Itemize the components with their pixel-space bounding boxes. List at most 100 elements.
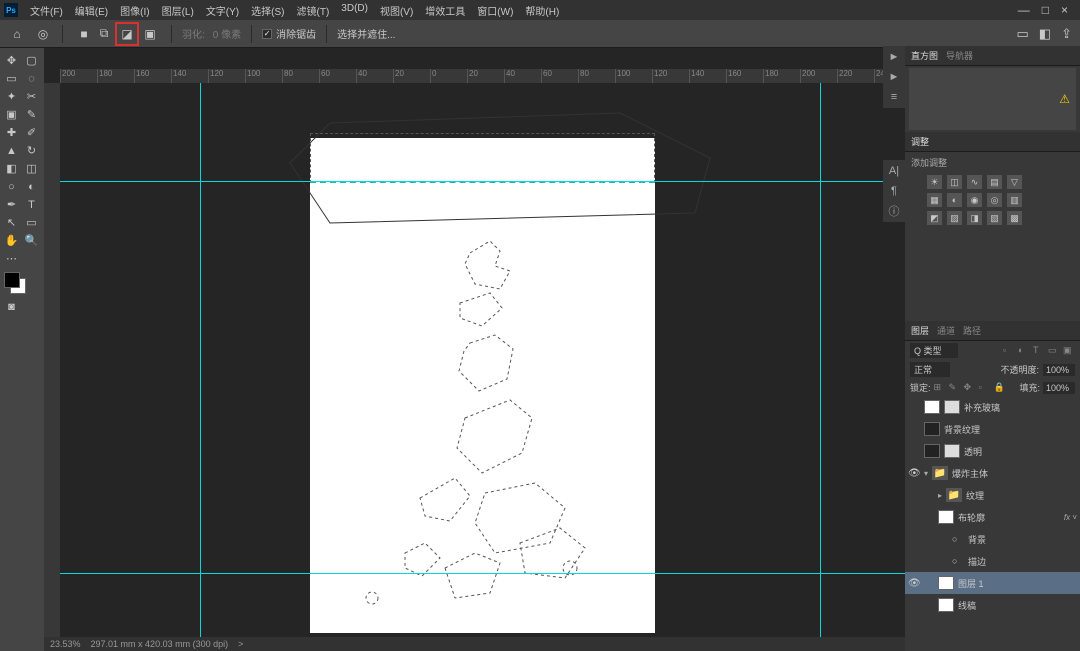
adj-invert-icon[interactable]: ◩ [927, 211, 942, 225]
home-icon[interactable]: ⌂ [8, 25, 26, 43]
adj-vibrance-icon[interactable]: ▽ [1007, 175, 1022, 189]
close-button[interactable]: × [1061, 3, 1068, 17]
lasso-tool-icon[interactable]: ◎ [34, 25, 52, 43]
layer-row[interactable]: 👁▾📁爆炸主体 [905, 462, 1080, 484]
hand-tool[interactable]: ✋ [2, 232, 21, 249]
adj-selective-icon[interactable]: ▩ [1007, 211, 1022, 225]
visibility-toggle[interactable]: 👁 [908, 578, 920, 589]
menu-item[interactable]: 帮助(H) [519, 0, 565, 21]
group-chevron[interactable]: ▸ [938, 491, 942, 500]
lock-trans-icon[interactable]: ⊞ [934, 382, 946, 394]
filter-adjust-icon[interactable]: ◐ [1018, 345, 1030, 357]
filter-type-icon[interactable]: T [1033, 345, 1045, 357]
menu-item[interactable]: 选择(S) [245, 0, 290, 21]
wand-tool[interactable]: ✦ [2, 88, 21, 105]
menu-item[interactable]: 图层(L) [156, 0, 200, 21]
lasso-tool[interactable]: ◌ [22, 70, 41, 87]
fx-badge[interactable]: fx ˅ [1064, 513, 1077, 522]
adj-threshold-icon[interactable]: ◨ [967, 211, 982, 225]
adj-curves-icon[interactable]: ∿ [967, 175, 982, 189]
menu-item[interactable]: 3D(D) [335, 0, 374, 21]
lock-pos-icon[interactable]: ✥ [964, 382, 976, 394]
zoom-level[interactable]: 23.53% [50, 639, 81, 649]
dodge-tool[interactable]: ◐ [22, 178, 41, 195]
adj-lookup-icon[interactable]: ▥ [1007, 193, 1022, 207]
shape-tool[interactable]: ▭ [22, 214, 41, 231]
statusbar-chevron[interactable]: > [238, 639, 243, 649]
eraser-tool[interactable]: ◧ [2, 160, 21, 177]
adj-mixer-icon[interactable]: ◎ [987, 193, 1002, 207]
layer-row[interactable]: 线稿 [905, 594, 1080, 616]
frame-tool[interactable]: ▣ [2, 106, 21, 123]
foreground-color[interactable] [4, 272, 20, 288]
menu-item[interactable]: 图像(I) [114, 0, 155, 21]
frame-icon[interactable]: ◧ [1039, 26, 1051, 42]
lock-all-icon[interactable]: 🔒 [994, 382, 1006, 394]
move-tool[interactable]: ✥ [2, 52, 21, 69]
path-tool[interactable]: ↖ [2, 214, 21, 231]
menu-item[interactable]: 滤镜(T) [291, 0, 336, 21]
adj-poster-icon[interactable]: ▨ [947, 211, 962, 225]
adj-hue-icon[interactable]: ▦ [927, 193, 942, 207]
filter-smart-icon[interactable]: ▣ [1063, 345, 1075, 357]
layer-row[interactable]: 透明 [905, 440, 1080, 462]
maximize-button[interactable]: □ [1042, 3, 1049, 17]
dock-para-icon[interactable]: ¶ [885, 182, 903, 200]
antialias-checkbox[interactable]: ✓ 消除锯齿 [262, 26, 316, 41]
history-brush-tool[interactable]: ↻ [22, 142, 41, 159]
tab-histogram[interactable]: 直方图 [911, 49, 938, 62]
guide-horizontal-1[interactable] [60, 181, 905, 182]
layer-row[interactable]: 背景纹理 [905, 418, 1080, 440]
panel-toggle-icon[interactable]: ▭ [1017, 26, 1029, 42]
type-tool[interactable]: T [22, 196, 41, 213]
filter-pixel-icon[interactable]: ▫ [1003, 345, 1015, 357]
group-chevron[interactable]: ▾ [924, 469, 928, 478]
layer-row[interactable]: 👁图层 1 [905, 572, 1080, 594]
layer-row[interactable]: ▸📁纹理 [905, 484, 1080, 506]
selection-intersect-icon[interactable]: ▣ [141, 25, 159, 43]
pen-tool[interactable]: ✒ [2, 196, 21, 213]
canvas-viewport[interactable] [60, 83, 905, 637]
refine-edge-button[interactable]: 选择并遮住... [337, 26, 395, 41]
visibility-toggle[interactable]: 👁 [908, 468, 920, 479]
adj-photo-icon[interactable]: ◉ [967, 193, 982, 207]
layer-row[interactable]: ○描边 [905, 550, 1080, 572]
layer-row[interactable]: 布轮廓fx ˅ [905, 506, 1080, 528]
layer-row[interactable]: ○背景 [905, 528, 1080, 550]
blend-mode-select[interactable]: 正常 [910, 362, 950, 377]
brush-tool[interactable]: ✐ [22, 124, 41, 141]
gradient-tool[interactable]: ◫ [22, 160, 41, 177]
horizontal-ruler[interactable]: 2001801601401201008060402002040608010012… [60, 69, 905, 83]
quickmask-tool[interactable]: ◙ [2, 298, 21, 315]
selection-add-icon[interactable]: ⧉ [95, 25, 113, 43]
layer-row[interactable]: 补充玻璃 [905, 396, 1080, 418]
guide-vertical-2[interactable] [820, 83, 821, 637]
tab-adjustments[interactable]: 调整 [911, 135, 929, 148]
stamp-tool[interactable]: ▲ [2, 142, 21, 159]
dock-char-icon[interactable]: A| [885, 162, 903, 180]
tab-channels[interactable]: 通道 [937, 324, 955, 337]
menu-item[interactable]: 窗口(W) [471, 0, 519, 21]
feather-value[interactable]: 0 像素 [213, 26, 241, 41]
menu-item[interactable]: 文件(F) [24, 0, 69, 21]
healing-tool[interactable]: ✚ [2, 124, 21, 141]
tab-paths[interactable]: 路径 [963, 324, 981, 337]
selection-subtract-icon[interactable]: ◪ [118, 25, 136, 43]
dock-glyph-icon[interactable]: ⓘ [885, 202, 903, 220]
blur-tool[interactable]: ○ [2, 178, 21, 195]
menu-item[interactable]: 增效工具 [419, 0, 471, 21]
eyedropper-tool[interactable]: ✎ [22, 106, 41, 123]
tab-navigator[interactable]: 导航器 [946, 49, 973, 62]
warning-icon[interactable]: ⚠ [1059, 92, 1070, 106]
color-swatch[interactable] [4, 272, 26, 294]
filter-shape-icon[interactable]: ▭ [1048, 345, 1060, 357]
vertical-ruler[interactable] [44, 83, 60, 637]
filter-kind-select[interactable]: Q 类型 [910, 343, 958, 358]
adj-gradient-icon[interactable]: ▧ [987, 211, 1002, 225]
menu-item[interactable]: 文字(Y) [200, 0, 245, 21]
minimize-button[interactable]: — [1018, 3, 1030, 17]
guide-vertical-1[interactable] [200, 83, 201, 637]
marquee-tool[interactable]: ▭ [2, 70, 21, 87]
opacity-field[interactable]: 100% [1043, 364, 1075, 376]
share-icon[interactable]: ⇪ [1061, 26, 1072, 42]
